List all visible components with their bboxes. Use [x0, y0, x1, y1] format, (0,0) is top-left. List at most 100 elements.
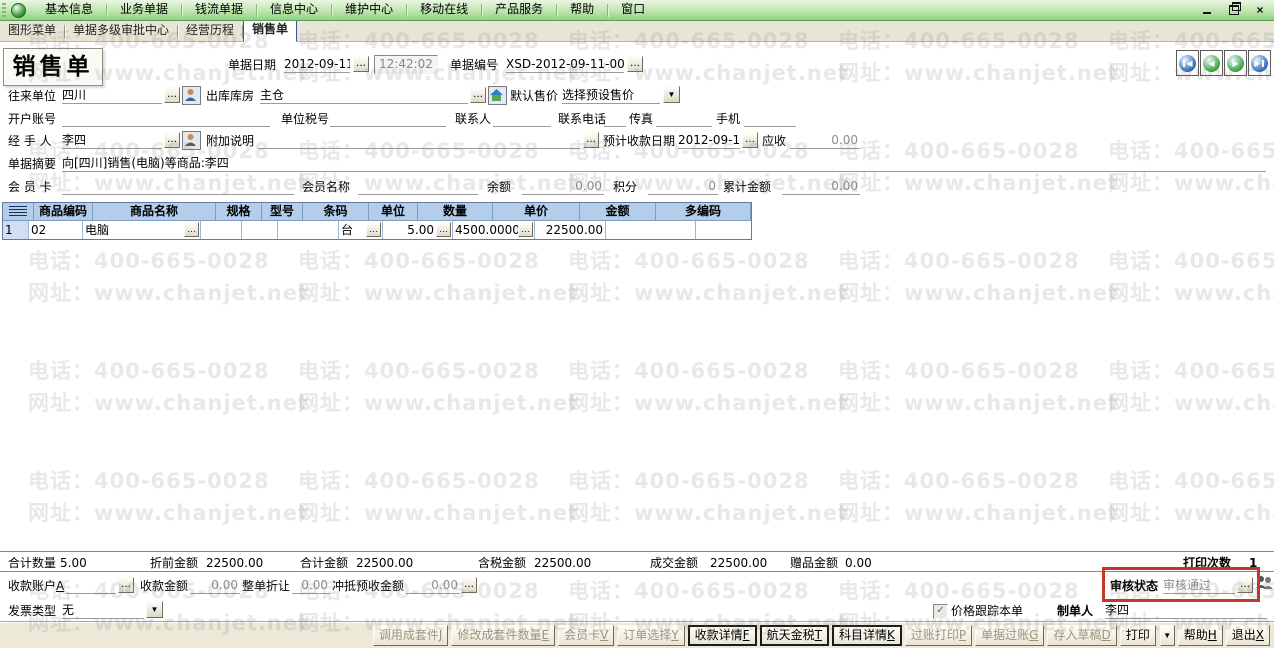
cell-more-button[interactable]: … [436, 222, 451, 237]
footer-button-退出[interactable]: 退出X [1225, 625, 1270, 646]
watermark-phone: 电话：400-665-0028 [838, 359, 1080, 383]
doc-no-field[interactable]: XSD-2012-09-11-00001 [506, 56, 624, 73]
cell-数量[interactable]: 5.00… [383, 221, 453, 239]
cell-多编码[interactable] [606, 221, 696, 239]
cell-规格[interactable] [201, 221, 242, 239]
handler-person-icon[interactable] [182, 131, 201, 150]
partner-field[interactable]: 四川 [62, 87, 162, 104]
auditor-people-icon[interactable] [1256, 575, 1273, 591]
cell-more-button[interactable]: … [518, 222, 533, 237]
last-record-button[interactable]: ▶ [1248, 50, 1271, 76]
tax-no-field[interactable] [330, 110, 446, 127]
tab-0[interactable]: 图形菜单 [0, 21, 64, 41]
print-dropdown-button[interactable]: ▼ [1159, 625, 1175, 646]
cell-型号[interactable] [242, 221, 278, 239]
col-header-4[interactable]: 条码 [303, 203, 369, 221]
first-record-button[interactable]: ◀ [1176, 50, 1199, 76]
menu-item-3[interactable]: 信息中心 [257, 0, 331, 20]
footer-button-调用成套件[interactable]: 调用成套件J [372, 625, 449, 646]
footer-button-会员卡[interactable]: 会员卡V [558, 625, 615, 646]
mobile-field[interactable] [744, 110, 796, 127]
cell-条码[interactable] [278, 221, 339, 239]
footer-button-打印[interactable]: 打印 [1119, 625, 1156, 646]
note-more-button[interactable]: … [583, 132, 599, 148]
member-name-field[interactable] [358, 178, 478, 195]
price-option-dropdown-button[interactable]: ▼ [663, 86, 680, 103]
restore-button[interactable] [1226, 2, 1242, 17]
cell-商品名称[interactable]: 电脑… [83, 221, 201, 239]
col-header-2[interactable]: 规格 [216, 203, 262, 221]
menu-item-8[interactable]: 窗口 [608, 0, 658, 20]
tab-1[interactable]: 单据多级审批中心 [65, 21, 177, 41]
member-card-field[interactable] [62, 178, 294, 195]
bank-account-field[interactable] [62, 110, 270, 127]
price-option-field[interactable]: 选择预设售价 [562, 87, 660, 104]
summary-field[interactable]: 向[四川]销售(电脑)等商品:李四 [62, 155, 1266, 172]
warehouse-house-icon[interactable] [488, 86, 507, 105]
offset-prepay-more-button[interactable]: … [461, 577, 477, 593]
toolbar-grip[interactable] [2, 3, 6, 17]
warehouse-lookup-button[interactable]: … [470, 87, 486, 103]
cell-more-button[interactable]: … [184, 222, 199, 237]
col-header-1[interactable]: 商品名称 [93, 203, 216, 221]
payment-account-field[interactable] [66, 577, 116, 594]
tab-2[interactable]: 经营历程 [178, 21, 242, 41]
col-header-0[interactable]: 商品编码 [34, 203, 93, 221]
menu-item-5[interactable]: 移动在线 [407, 0, 481, 20]
minimize-button[interactable] [1200, 2, 1216, 17]
doc-no-more-button[interactable]: … [627, 56, 643, 72]
close-button[interactable]: × [1252, 2, 1268, 17]
audit-more-button[interactable]: … [1237, 577, 1253, 593]
menu-item-0[interactable]: 基本信息 [32, 0, 106, 20]
cell-商品编码[interactable]: 02 [29, 221, 83, 239]
received-field[interactable]: 0.00 [190, 577, 240, 594]
warehouse-field[interactable]: 主仓 [260, 87, 468, 104]
price-track-checkbox[interactable]: ✓ [933, 604, 948, 619]
footer-button-收款详情[interactable]: 收款详情F [687, 625, 757, 646]
doc-date-picker-button[interactable]: … [353, 56, 369, 72]
menu-item-7[interactable]: 帮助 [557, 0, 607, 20]
contact-phone-field[interactable] [604, 110, 626, 127]
footer-button-航天金税[interactable]: 航天金税T [759, 625, 829, 646]
cell-单价[interactable]: 4500.0000… [453, 221, 535, 239]
offset-prepay-field[interactable]: 0.00 [406, 577, 460, 594]
next-record-button[interactable]: ▶ [1224, 50, 1247, 76]
prev-record-button[interactable]: ◀ [1200, 50, 1223, 76]
doc-date-field[interactable]: 2012-09-11 [284, 56, 350, 73]
row-number-cell[interactable]: 1 [3, 221, 29, 239]
invoice-type-dropdown-button[interactable]: ▼ [146, 601, 163, 618]
col-header-8[interactable]: 金额 [580, 203, 656, 221]
footer-button-过账打印[interactable]: 过账打印P [904, 625, 973, 646]
cell-单位[interactable]: 台… [339, 221, 383, 239]
due-date-field[interactable]: 2012-09-11 [678, 132, 740, 149]
menu-item-4[interactable]: 维护中心 [332, 0, 406, 20]
cell-more-button[interactable]: … [366, 222, 381, 237]
col-header-7[interactable]: 单价 [493, 203, 580, 221]
footer-button-帮助[interactable]: 帮助H [1177, 625, 1223, 646]
cell-金额[interactable]: 22500.00 [535, 221, 606, 239]
tab-3[interactable]: 销售单 [243, 19, 298, 42]
handler-field[interactable]: 李四 [62, 132, 162, 149]
footer-button-订单选择[interactable]: 订单选择Y [617, 625, 685, 646]
menu-item-6[interactable]: 产品服务 [482, 0, 556, 20]
due-date-picker-button[interactable]: … [742, 132, 758, 148]
note-field[interactable] [258, 132, 580, 149]
footer-button-科目详情[interactable]: 科目详情K [831, 625, 902, 646]
partner-lookup-button[interactable]: … [164, 87, 180, 103]
fax-field[interactable] [656, 110, 712, 127]
contact-field[interactable] [493, 110, 551, 127]
footer-button-修改成套件数量[interactable]: 修改成套件数量E [451, 625, 556, 646]
invoice-type-field[interactable]: 无 [62, 602, 144, 619]
col-header-9[interactable]: 多编码 [656, 203, 751, 221]
partner-person-icon[interactable] [182, 86, 201, 105]
footer-button-单据过账[interactable]: 单据过账G [975, 625, 1045, 646]
handler-lookup-button[interactable]: … [164, 132, 180, 148]
col-header-3[interactable]: 型号 [262, 203, 303, 221]
payment-account-lookup-button[interactable]: … [118, 577, 134, 593]
col-header-5[interactable]: 单位 [369, 203, 418, 221]
order-discount-field[interactable]: 0.00 [292, 577, 330, 594]
menu-item-2[interactable]: 钱流单据 [182, 0, 256, 20]
footer-button-存入草稿[interactable]: 存入草稿D [1047, 625, 1117, 646]
menu-item-1[interactable]: 业务单据 [107, 0, 181, 20]
col-header-6[interactable]: 数量 [418, 203, 493, 221]
